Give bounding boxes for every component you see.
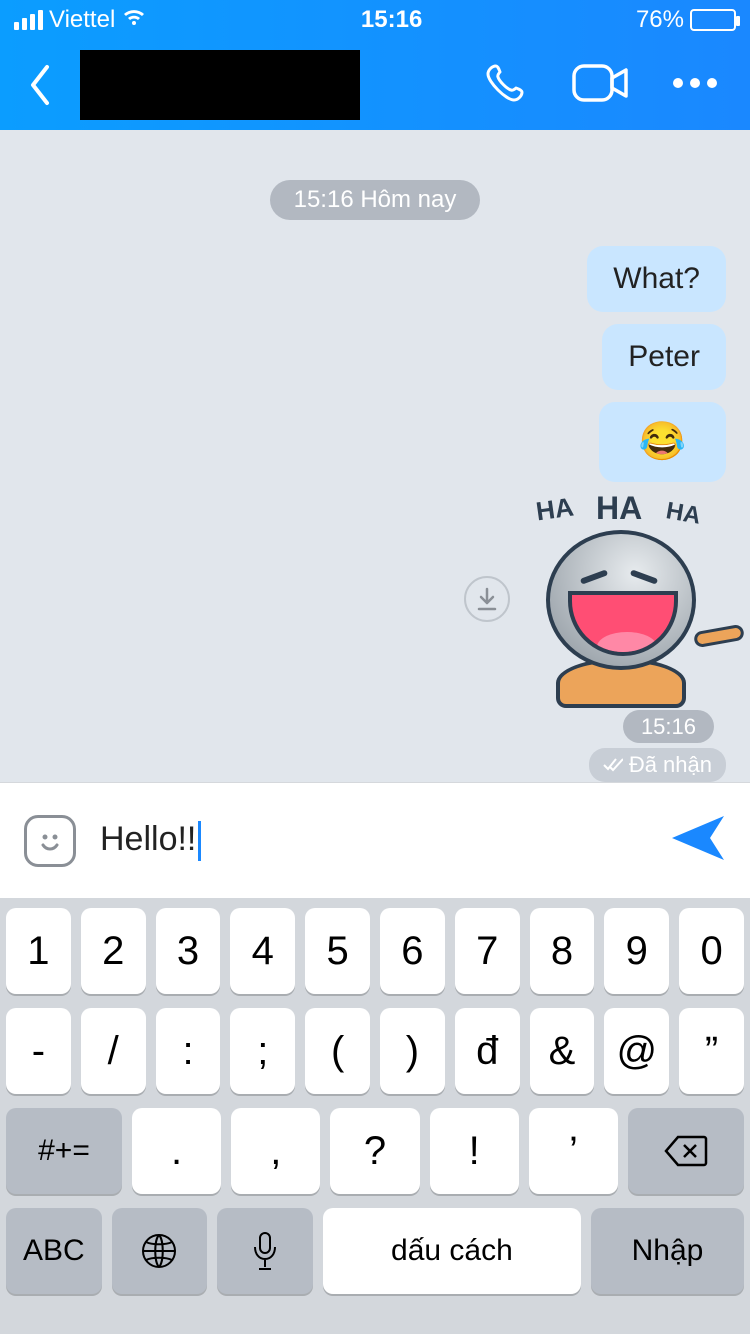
key-apostrophe[interactable]: ’: [529, 1108, 618, 1194]
signal-icon: [14, 10, 43, 30]
wifi-icon: [121, 6, 147, 34]
more-button[interactable]: [670, 76, 720, 94]
delivery-row: Đã nhận: [0, 744, 750, 782]
sticker-picker-button[interactable]: [24, 815, 76, 867]
message-row: Peter: [0, 318, 750, 396]
key-5[interactable]: 5: [305, 908, 370, 994]
key-question[interactable]: ?: [330, 1108, 419, 1194]
battery-pct-label: 76%: [636, 6, 684, 34]
globe-icon: [140, 1232, 178, 1270]
key-abc[interactable]: ABC: [6, 1208, 102, 1294]
keyboard: 1234567890 -/:;()đ&@” #+= . , ? ! ’ ABC …: [0, 898, 750, 1334]
message-bubble-emoji[interactable]: 😂: [599, 402, 726, 482]
key-globe[interactable]: [112, 1208, 208, 1294]
key-char[interactable]: &: [530, 1008, 595, 1094]
backspace-icon: [664, 1135, 708, 1167]
key-char[interactable]: /: [81, 1008, 146, 1094]
nav-bar: [0, 40, 750, 130]
sticker-haha[interactable]: HA HA HA: [526, 494, 726, 704]
key-1[interactable]: 1: [6, 908, 71, 994]
send-button[interactable]: [670, 814, 726, 867]
status-bar: Viettel 15:16 76%: [0, 0, 750, 40]
key-backspace[interactable]: [628, 1108, 744, 1194]
status-left: Viettel: [14, 6, 147, 34]
message-input-bar: Hello!!: [0, 782, 750, 898]
chat-timestamp: 15:16 Hôm nay: [270, 180, 481, 220]
key-space[interactable]: dấu cách: [323, 1208, 581, 1294]
message-row: 😂: [0, 396, 750, 488]
key-period[interactable]: .: [132, 1108, 221, 1194]
text-cursor: [198, 821, 201, 861]
key-char[interactable]: :: [156, 1008, 221, 1094]
message-time: 15:16: [623, 710, 714, 743]
back-button[interactable]: [10, 63, 70, 107]
key-0[interactable]: 0: [679, 908, 744, 994]
status-right: 76%: [636, 6, 736, 34]
chat-area[interactable]: 15:16 Hôm nay What? Peter 😂 HA HA HA 15:…: [0, 130, 750, 782]
battery-icon: [690, 9, 736, 31]
message-input[interactable]: Hello!!: [100, 820, 646, 861]
key-7[interactable]: 7: [455, 908, 520, 994]
key-exclaim[interactable]: !: [430, 1108, 519, 1194]
message-bubble[interactable]: Peter: [602, 324, 726, 390]
download-sticker-button[interactable]: [464, 576, 510, 622]
key-6[interactable]: 6: [380, 908, 445, 994]
message-time-row: 15:16: [0, 710, 750, 744]
key-2[interactable]: 2: [81, 908, 146, 994]
carrier-label: Viettel: [49, 6, 115, 34]
chat-title-redacted[interactable]: [80, 50, 360, 120]
key-4[interactable]: 4: [230, 908, 295, 994]
key-8[interactable]: 8: [530, 908, 595, 994]
key-9[interactable]: 9: [604, 908, 669, 994]
key-char[interactable]: ”: [679, 1008, 744, 1094]
key-char[interactable]: (: [305, 1008, 370, 1094]
key-dictation[interactable]: [217, 1208, 313, 1294]
message-bubble[interactable]: What?: [587, 246, 726, 312]
voice-call-button[interactable]: [482, 58, 532, 113]
key-enter[interactable]: Nhập: [591, 1208, 744, 1294]
key-symbols[interactable]: #+=: [6, 1108, 122, 1194]
message-row: What?: [0, 240, 750, 318]
sticker-row: HA HA HA: [0, 488, 750, 710]
microphone-icon: [252, 1231, 278, 1271]
key-comma[interactable]: ,: [231, 1108, 320, 1194]
key-char[interactable]: ): [380, 1008, 445, 1094]
key-char[interactable]: @: [604, 1008, 669, 1094]
key-3[interactable]: 3: [156, 908, 221, 994]
key-char[interactable]: ;: [230, 1008, 295, 1094]
key-char[interactable]: đ: [455, 1008, 520, 1094]
status-time: 15:16: [147, 6, 636, 34]
delivery-status: Đã nhận: [589, 748, 726, 782]
video-call-button[interactable]: [572, 62, 630, 109]
key-char[interactable]: -: [6, 1008, 71, 1094]
double-check-icon: [603, 758, 623, 772]
